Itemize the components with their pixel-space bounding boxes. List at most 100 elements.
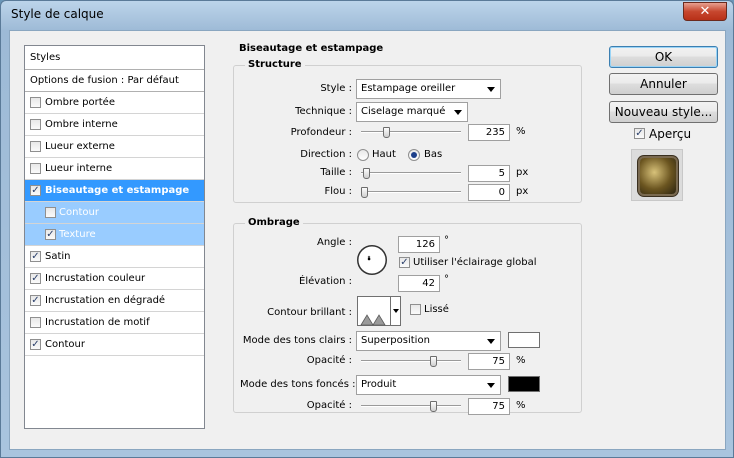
style-item-checkbox[interactable] — [30, 163, 41, 174]
style-item[interactable]: ✓ Biseautage et estampage — [25, 180, 204, 202]
slider-track — [361, 172, 461, 174]
title-bar[interactable]: Style de calque ✕ — [1, 1, 733, 29]
style-item-checkbox[interactable]: ✓ — [30, 185, 41, 196]
size-input[interactable]: 5 — [468, 165, 510, 182]
style-item-checkbox[interactable] — [30, 97, 41, 108]
style-item-label: Incrustation couleur — [45, 273, 146, 284]
style-item-label: Contour — [59, 207, 99, 218]
size-slider-thumb[interactable] — [363, 168, 370, 179]
style-rows: Ombre portée Ombre interne Lueur externe Lu… — [25, 92, 204, 356]
antialiased-label: Lissé — [424, 304, 449, 315]
blend-options-label: Options de fusion : Par défaut — [30, 75, 179, 86]
shadow-mode-label: Mode des tons foncés : — [240, 379, 356, 390]
style-item[interactable]: Incrustation de motif — [25, 312, 204, 334]
shadow-color-swatch[interactable] — [508, 376, 540, 392]
size-label: Taille : — [320, 167, 352, 178]
shadow-opacity-slider[interactable] — [361, 401, 461, 412]
style-item-label: Ombre portée — [45, 97, 115, 108]
styles-list: Styles Options de fusion : Par défaut Om… — [24, 45, 205, 429]
style-item[interactable]: Ombre portée — [25, 92, 204, 114]
soften-label: Flou : — [324, 186, 352, 197]
style-item[interactable]: Lueur externe — [25, 136, 204, 158]
preview-checkbox[interactable]: ✓ — [634, 128, 645, 139]
size-unit: px — [516, 167, 529, 178]
highlight-opacity-label: Opacité : — [306, 355, 352, 366]
gloss-contour-preview[interactable] — [357, 296, 391, 326]
highlight-opacity-slider[interactable] — [361, 356, 461, 367]
style-item[interactable]: Contour — [25, 202, 204, 224]
angle-input[interactable]: 126 — [398, 236, 440, 253]
style-item[interactable]: Lueur interne — [25, 158, 204, 180]
style-item-checkbox[interactable] — [45, 207, 56, 218]
highlight-opacity-unit: % — [516, 355, 526, 366]
size-slider[interactable] — [361, 168, 461, 179]
depth-label: Profondeur : — [290, 127, 352, 138]
style-item[interactable]: ✓ Contour — [25, 334, 204, 356]
chevron-down-icon — [487, 87, 495, 92]
angle-label: Angle : — [316, 237, 352, 248]
depth-slider-thumb[interactable] — [383, 127, 390, 138]
soften-slider[interactable] — [361, 187, 461, 198]
new-style-button[interactable]: Nouveau style... — [609, 101, 718, 123]
style-item-label: Incrustation de motif — [45, 317, 150, 328]
style-item-label: Texture — [59, 229, 96, 240]
style-item-checkbox[interactable]: ✓ — [30, 295, 41, 306]
style-item-checkbox[interactable] — [30, 119, 41, 130]
shadow-opacity-input[interactable]: 75 — [468, 398, 510, 415]
dialog-client: Styles Options de fusion : Par défaut Om… — [9, 30, 726, 450]
highlight-opacity-input[interactable]: 75 — [468, 353, 510, 370]
direction-down-radio[interactable] — [408, 149, 420, 161]
style-item[interactable]: Ombre interne — [25, 114, 204, 136]
depth-slider[interactable] — [361, 127, 461, 138]
gloss-contour-label: Contour brillant : — [267, 307, 352, 318]
preview-swatch — [640, 158, 676, 194]
highlight-mode-select[interactable]: Superposition — [356, 331, 501, 351]
style-select-value: Estampage oreiller — [361, 83, 456, 94]
shadow-opacity-thumb[interactable] — [430, 401, 437, 412]
close-button[interactable]: ✕ — [683, 2, 727, 21]
cancel-button[interactable]: Annuler — [609, 73, 718, 95]
style-item-checkbox[interactable] — [30, 317, 41, 328]
style-select[interactable]: Estampage oreiller — [356, 79, 501, 99]
style-item[interactable]: ✓ Texture — [25, 224, 204, 246]
global-light-label: Utiliser l'éclairage global — [413, 257, 537, 268]
contour-curve-icon — [360, 314, 386, 326]
soften-input[interactable]: 0 — [468, 184, 510, 201]
chevron-down-icon — [487, 339, 495, 344]
shadow-opacity-label: Opacité : — [306, 400, 352, 411]
style-item-label: Incrustation en dégradé — [45, 295, 166, 306]
style-item[interactable]: ✓ Satin — [25, 246, 204, 268]
style-item-checkbox[interactable] — [30, 141, 41, 152]
depth-input[interactable]: 235 — [468, 124, 510, 141]
soften-slider-thumb[interactable] — [361, 187, 368, 198]
technique-select-value: Ciselage marqué — [361, 106, 446, 117]
altitude-input[interactable]: 42 — [398, 275, 440, 292]
ok-button[interactable]: OK — [609, 46, 718, 68]
style-item-label: Ombre interne — [45, 119, 118, 130]
style-item-checkbox[interactable]: ✓ — [30, 273, 41, 284]
slider-track — [361, 360, 461, 362]
angle-dial[interactable] — [357, 245, 387, 275]
dialog-window: Style de calque ✕ Styles Options de fusi… — [0, 0, 734, 458]
styles-header[interactable]: Styles — [25, 46, 204, 70]
style-item[interactable]: ✓ Incrustation en dégradé — [25, 290, 204, 312]
soften-unit: px — [516, 186, 529, 197]
style-item[interactable]: ✓ Incrustation couleur — [25, 268, 204, 290]
global-light-checkbox[interactable]: ✓ — [399, 257, 410, 268]
window-title: Style de calque — [11, 7, 104, 21]
bevel-section-title: Biseautage et estampage — [239, 43, 384, 54]
shadow-mode-select[interactable]: Produit — [356, 375, 501, 395]
highlight-mode-value: Superposition — [361, 335, 430, 346]
gloss-contour-dropdown[interactable] — [390, 296, 401, 326]
highlight-color-swatch[interactable] — [508, 332, 540, 348]
technique-select[interactable]: Ciselage marqué — [356, 102, 468, 122]
antialiased-checkbox[interactable] — [410, 304, 421, 315]
style-item-checkbox[interactable]: ✓ — [30, 251, 41, 262]
direction-up-radio[interactable] — [357, 149, 369, 161]
technique-label: Technique : — [295, 106, 352, 117]
blend-options-item[interactable]: Options de fusion : Par défaut — [25, 70, 204, 92]
style-item-checkbox[interactable]: ✓ — [45, 229, 56, 240]
highlight-opacity-thumb[interactable] — [430, 356, 437, 367]
style-item-checkbox[interactable]: ✓ — [30, 339, 41, 350]
depth-unit: % — [516, 126, 526, 137]
